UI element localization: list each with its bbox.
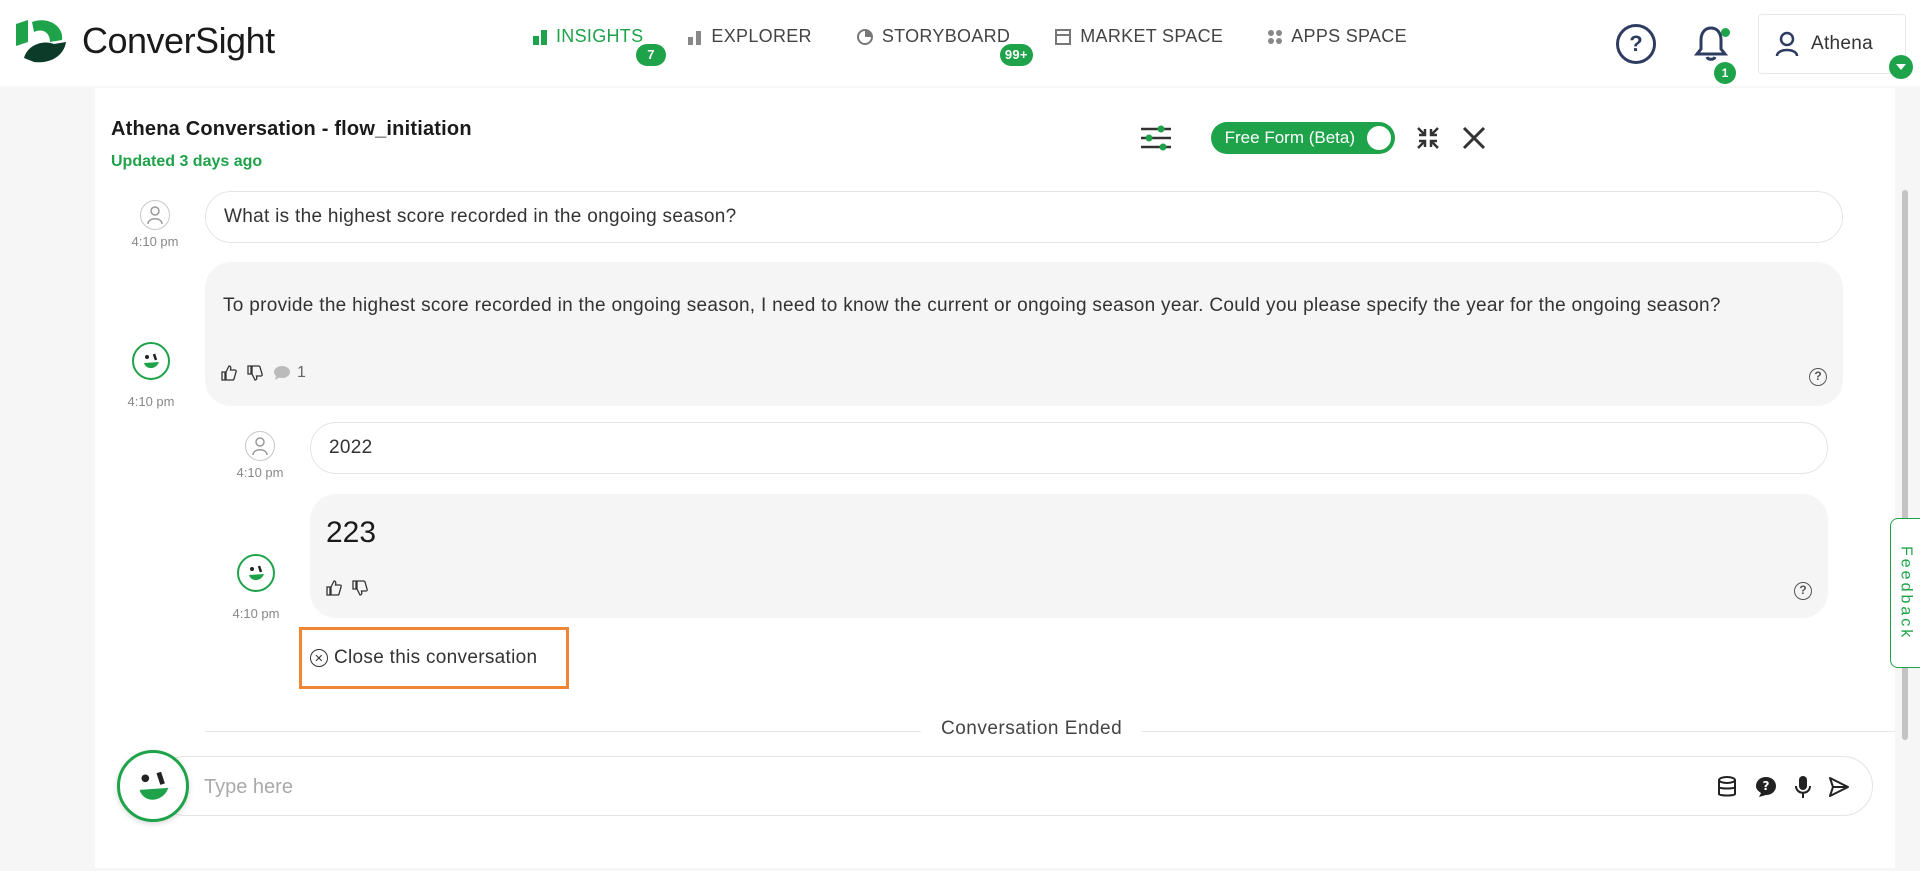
nav-insights-label: INSIGHTS xyxy=(556,26,644,46)
user-avatar-icon xyxy=(140,200,170,230)
user-menu[interactable]: Athena xyxy=(1758,14,1913,79)
nav-storyboard[interactable]: STORYBOARD 99+ xyxy=(856,26,1033,66)
brand-name: ConverSight xyxy=(82,20,275,61)
nav-explorer-label: EXPLORER xyxy=(711,26,812,46)
thumbs-up-icon[interactable] xyxy=(326,580,342,596)
bot-message: To provide the highest score recorded in… xyxy=(205,262,1843,406)
nav-apps-space[interactable]: APPS SPACE xyxy=(1267,26,1407,47)
bot-avatar: 4:10 pm xyxy=(226,554,286,621)
collapse-icon[interactable] xyxy=(1415,125,1441,151)
comment-icon[interactable] xyxy=(273,365,291,381)
user-avatar: 4:10 pm xyxy=(230,431,290,480)
filter-settings-icon[interactable] xyxy=(1139,124,1173,152)
thumbs-up-icon[interactable] xyxy=(221,365,237,381)
bot-message: 223 ? xyxy=(310,494,1828,618)
send-icon[interactable] xyxy=(1828,776,1850,798)
feedback-tab[interactable]: Feedback xyxy=(1890,518,1920,668)
feedback-row xyxy=(326,580,378,596)
toggle-knob xyxy=(1367,126,1391,150)
free-form-toggle[interactable]: Free Form (Beta) xyxy=(1210,122,1395,154)
nav-explorer[interactable]: EXPLORER xyxy=(687,26,812,47)
nav-insights[interactable]: INSIGHTS 7 xyxy=(532,26,666,66)
conversation-title: Athena Conversation - flow_initiation xyxy=(111,118,472,140)
user-avatar: 4:10 pm xyxy=(125,200,185,249)
close-icon[interactable] xyxy=(1461,125,1487,151)
bot-avatar: 4:10 pm xyxy=(121,342,181,409)
assistant-bot-button[interactable] xyxy=(117,750,189,822)
notifications-button[interactable]: 1 xyxy=(1693,24,1736,84)
user-message: What is the highest score recorded in th… xyxy=(205,191,1843,243)
top-right-controls: ? 1 Athena xyxy=(1616,14,1913,84)
notification-count: 1 xyxy=(1714,62,1736,84)
svg-text:?: ? xyxy=(1763,779,1770,793)
comment-count: 1 xyxy=(297,364,306,381)
feedback-row: 1 xyxy=(221,364,306,382)
conversation-ended-label: Conversation Ended xyxy=(921,718,1143,740)
pie-chart-icon xyxy=(856,28,874,46)
message-time: 4:10 pm xyxy=(236,465,284,480)
input-actions: ? xyxy=(1700,775,1850,799)
nav-apps-space-label: APPS SPACE xyxy=(1291,26,1407,46)
message-time: 4:10 pm xyxy=(232,606,280,621)
message-input[interactable] xyxy=(204,771,1604,803)
bot-face-icon xyxy=(139,771,169,800)
close-conversation-label: Close this conversation xyxy=(334,647,538,668)
microphone-icon[interactable] xyxy=(1794,775,1812,799)
conversight-logo-icon xyxy=(16,20,66,63)
bot-message-text: To provide the highest score recorded in… xyxy=(223,295,1721,316)
nav-market-space[interactable]: MARKET SPACE xyxy=(1054,26,1223,47)
header-tools: Free Form (Beta) xyxy=(1119,122,1487,154)
database-icon[interactable] xyxy=(1716,775,1738,799)
storyboard-badge: 99+ xyxy=(999,44,1033,66)
notification-dot xyxy=(1721,28,1730,37)
free-form-toggle-label: Free Form (Beta) xyxy=(1224,128,1355,147)
help-button[interactable]: ? xyxy=(1616,24,1656,64)
top-bar: ConverSight INSIGHTS 7 EXPLORER STORYBOA… xyxy=(0,0,1920,86)
bot-face-icon xyxy=(132,342,170,380)
nav-market-space-label: MARKET SPACE xyxy=(1080,26,1224,46)
chevron-down-icon[interactable] xyxy=(1889,55,1913,79)
help-circle-icon[interactable]: ? xyxy=(1809,368,1827,386)
nav-storyboard-label: STORYBOARD xyxy=(881,26,1011,46)
thumbs-down-icon[interactable] xyxy=(247,365,263,381)
grid-icon xyxy=(1267,29,1283,45)
message-input-bar: ? xyxy=(155,756,1873,816)
bar-chart-icon xyxy=(532,29,548,45)
question-bubble-icon[interactable]: ? xyxy=(1754,775,1778,799)
bot-answer-value: 223 xyxy=(326,516,377,549)
message-time: 4:10 pm xyxy=(131,234,179,249)
close-circle-icon: ✕ xyxy=(310,649,328,667)
insights-badge: 7 xyxy=(636,44,666,66)
bot-face-icon xyxy=(237,554,275,592)
conversation-panel: Athena Conversation - flow_initiation Up… xyxy=(95,88,1895,868)
user-message: 2022 xyxy=(310,422,1828,474)
brand-logo[interactable]: ConverSight xyxy=(14,18,275,64)
main-nav: INSIGHTS 7 EXPLORER STORYBOARD 99+ MARKE… xyxy=(532,26,1451,66)
updated-timestamp: Updated 3 days ago xyxy=(111,153,263,170)
help-circle-icon[interactable]: ? xyxy=(1794,582,1812,600)
close-conversation-button[interactable]: ✕ Close this conversation xyxy=(299,627,569,689)
store-icon xyxy=(1054,28,1072,46)
user-avatar-icon xyxy=(245,431,275,461)
user-name: Athena xyxy=(1811,33,1874,54)
user-icon xyxy=(1775,31,1799,57)
feedback-label: Feedback xyxy=(1897,545,1915,641)
thumbs-down-icon[interactable] xyxy=(352,580,368,596)
message-time: 4:10 pm xyxy=(127,394,175,409)
bar-chart-small-icon xyxy=(687,29,703,45)
